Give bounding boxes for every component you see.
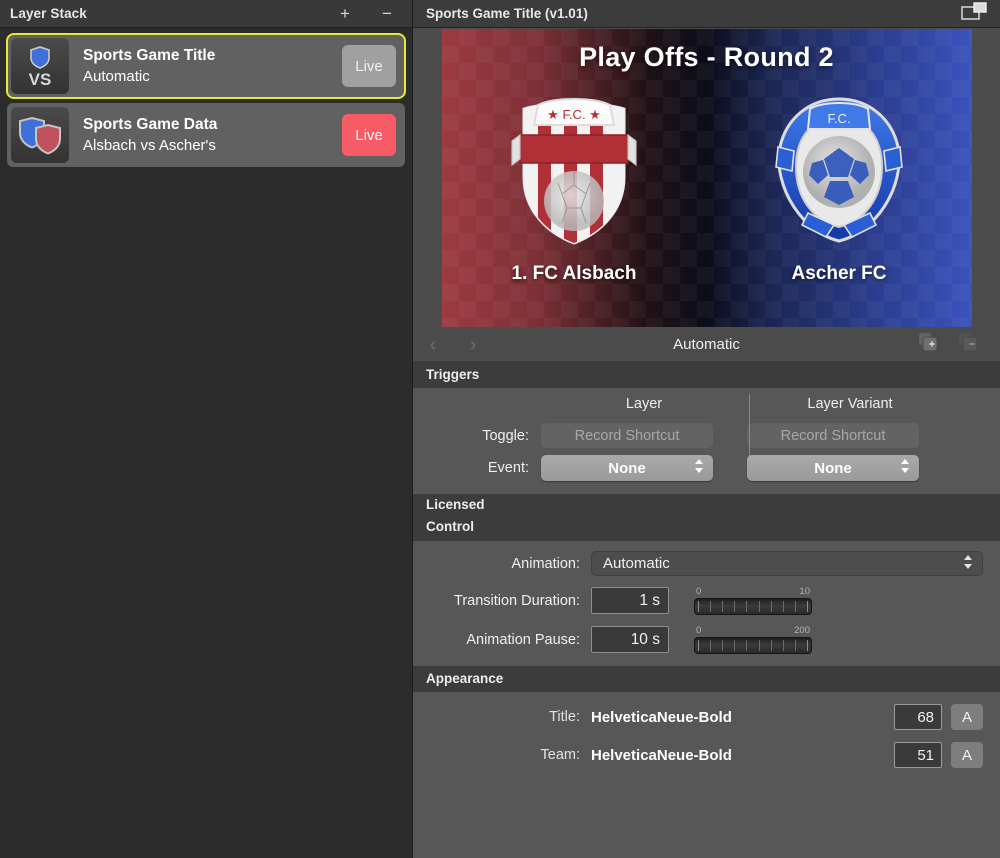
layer-event-select[interactable]: None — [541, 455, 713, 481]
transition-duration-slider[interactable]: 0 10 — [694, 586, 812, 615]
duplicate-remove-icon[interactable] — [958, 332, 978, 357]
chevron-updown-icon — [963, 554, 973, 574]
preview-title: Play Offs - Round 2 — [579, 42, 834, 72]
team-name: Ascher FC — [791, 263, 887, 284]
team-font-size-input[interactable]: 51 — [894, 742, 942, 768]
layer-subtitle: Automatic — [83, 68, 150, 85]
panel-title: Sports Game Title (v1.01) — [426, 6, 588, 21]
animation-select[interactable]: Automatic — [591, 551, 983, 576]
column-header-layer: Layer — [625, 396, 663, 412]
title-font-name[interactable]: HelveticaNeue-Bold — [591, 709, 732, 726]
minus-icon[interactable]: − — [380, 5, 394, 22]
chevron-right-icon[interactable]: › — [453, 335, 493, 355]
slider-track[interactable] — [694, 598, 812, 615]
layer-row[interactable]: Sports Game Data Alsbach vs Ascher's Liv… — [7, 103, 405, 167]
slider-min-label: 0 — [696, 586, 702, 597]
red-white-striped-shield-crest: ★ F.C. ★ — [511, 98, 637, 245]
live-badge[interactable]: Live — [342, 45, 396, 87]
animation-pause-slider[interactable]: 0 200 — [694, 625, 812, 654]
triggers-body: Layer Layer Variant Toggle: Record Short… — [413, 388, 1000, 494]
column-header-layer-variant: Layer Variant — [807, 396, 893, 412]
layer-stack-sidebar: Layer Stack + − VS Sports Game Title Aut… — [0, 0, 412, 858]
title-font-size-input[interactable]: 68 — [894, 704, 942, 730]
slider-min-label: 0 — [696, 625, 702, 636]
panel-header: Sports Game Title (v1.01) — [413, 0, 1000, 28]
transition-duration-label: Transition Duration: — [454, 592, 580, 609]
chevron-updown-icon — [694, 458, 704, 478]
layer-event-value: None — [608, 459, 646, 477]
title-font-picker-button[interactable]: A — [951, 704, 983, 730]
section-header-appearance: Appearance — [413, 666, 1000, 692]
detach-window-icon[interactable] — [961, 2, 987, 25]
section-header-licensed: Licensed — [413, 494, 1000, 516]
two-shields-icon — [11, 107, 69, 163]
variant-event-select[interactable]: None — [747, 455, 919, 481]
slider-max-label: 200 — [794, 625, 810, 636]
team-block: ★ F.C. ★ 1. FC Alsbach — [459, 85, 689, 285]
team-name: 1. FC Alsbach — [511, 263, 637, 284]
inspector-panel: Sports Game Title (v1.01) Play Offs - Ro… — [412, 0, 1000, 858]
section-header-control: Control — [413, 516, 1000, 541]
variant-event-value: None — [814, 459, 852, 477]
slider-track[interactable] — [694, 637, 812, 654]
transition-duration-input[interactable]: 1 s — [591, 587, 669, 614]
variant-shortcut-input[interactable]: Record Shortcut — [747, 423, 919, 448]
svg-text:F.C.: F.C. — [827, 111, 850, 126]
title-font-label: Title: — [549, 709, 580, 725]
variant-navigation-bar: ‹ › Automatic — [413, 328, 1000, 362]
animation-label: Animation: — [511, 555, 580, 572]
svg-text:★ F.C. ★: ★ F.C. ★ — [547, 107, 601, 122]
sidebar-title: Layer Stack — [10, 6, 87, 21]
toggle-label: Toggle: — [482, 427, 529, 444]
layer-list: VS Sports Game Title Automatic Live Spor… — [0, 28, 412, 173]
variant-name: Automatic — [673, 336, 740, 353]
layer-shortcut-input[interactable]: Record Shortcut — [541, 423, 713, 448]
slider-max-label: 10 — [799, 586, 810, 597]
blue-ball-shield-crest: F.C. — [775, 97, 903, 243]
team-font-picker-button[interactable]: A — [951, 742, 983, 768]
column-divider — [749, 394, 750, 462]
graphic-preview[interactable]: Play Offs - Round 2 ★ F.C. ★ 1. FC Alsba… — [441, 29, 972, 327]
event-label: Event: — [487, 460, 529, 476]
application-window: Layer Stack + − VS Sports Game Title Aut… — [0, 0, 1000, 858]
vs-shield-icon: VS — [11, 38, 69, 94]
layer-name: Sports Game Title — [83, 47, 216, 64]
layer-subtitle: Alsbach vs Ascher's — [83, 137, 216, 154]
control-body: Animation: Automatic Transition Duration… — [413, 541, 1000, 666]
sidebar-header: Layer Stack + − — [0, 0, 412, 28]
layer-name: Sports Game Data — [83, 116, 218, 133]
plus-icon[interactable]: + — [338, 5, 352, 22]
team-font-label: Team: — [540, 747, 581, 763]
section-header-triggers: Triggers — [413, 362, 1000, 388]
live-badge[interactable]: Live — [342, 114, 396, 156]
animation-pause-input[interactable]: 10 s — [591, 626, 669, 653]
animation-pause-label: Animation Pause: — [466, 631, 580, 648]
team-font-name[interactable]: HelveticaNeue-Bold — [591, 747, 732, 764]
chevron-updown-icon — [900, 458, 910, 478]
team-block: F.C. Ascher FC — [724, 85, 954, 285]
appearance-body: Title: HelveticaNeue-Bold 68 A Team: Hel… — [413, 692, 1000, 858]
svg-text:VS: VS — [29, 70, 52, 89]
layer-row[interactable]: VS Sports Game Title Automatic Live — [6, 33, 406, 99]
chevron-left-icon[interactable]: ‹ — [413, 335, 453, 355]
animation-value: Automatic — [603, 555, 670, 572]
preview-area: Play Offs - Round 2 ★ F.C. ★ 1. FC Alsba… — [413, 28, 1000, 328]
duplicate-add-icon[interactable] — [918, 332, 938, 357]
